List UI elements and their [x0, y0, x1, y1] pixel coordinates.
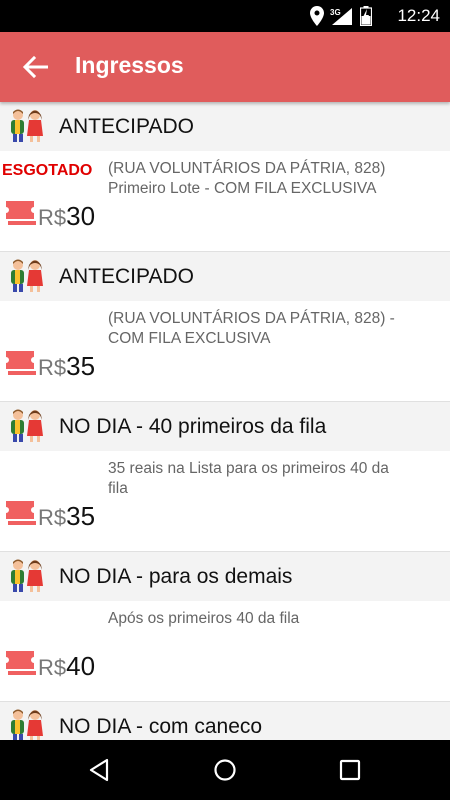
kids-icon — [11, 409, 43, 442]
price-value: 35 — [66, 351, 96, 381]
ticket-description: (RUA VOLUNTÁRIOS DA PÁTRIA, 828) - COM F… — [108, 310, 395, 347]
kids-icon — [11, 109, 43, 142]
ticket-section: NO DIA - para os demais R$40 Após os pri… — [0, 552, 450, 702]
ticket-description: 35 reais na Lista para os primeiros 40 d… — [108, 460, 389, 497]
location-icon — [310, 6, 324, 26]
ticket-icon — [6, 501, 36, 525]
section-header: NO DIA - para os demais — [0, 552, 450, 601]
price-value: 35 — [66, 501, 96, 531]
soldout-label: ESGOTADO — [2, 162, 93, 179]
ticket-section: ANTECIPADO ESGOTADO R$30 (RUA VOLUNTÁRIO… — [0, 102, 450, 252]
price: R$40 — [38, 651, 95, 681]
ticket-item[interactable]: R$35 35 reais na Lista para os primeiros… — [0, 451, 450, 552]
ticket-item[interactable]: R$35 (RUA VOLUNTÁRIOS DA PÁTRIA, 828) - … — [0, 301, 450, 402]
page-title: Ingressos — [75, 52, 184, 78]
back-triangle-icon[interactable] — [87, 758, 111, 782]
clock: 12:24 — [397, 6, 440, 25]
ticket-item[interactable]: ESGOTADO R$30 (RUA VOLUNTÁRIOS DA PÁTRIA… — [0, 151, 450, 252]
price-value: 40 — [66, 651, 96, 681]
ticket-section: NO DIA - 40 primeiros da fila R$35 35 re… — [0, 402, 450, 552]
kids-icon — [11, 709, 43, 740]
currency: R$ — [38, 355, 67, 380]
home-circle-icon[interactable] — [213, 758, 237, 782]
section-header: ANTECIPADO — [0, 252, 450, 301]
status-icons: 3G — [310, 6, 372, 26]
price: R$35 — [38, 351, 95, 381]
ticket-description: (RUA VOLUNTÁRIOS DA PÁTRIA, 828) Primeir… — [108, 160, 386, 197]
kids-icon — [11, 559, 43, 592]
section-title: ANTECIPADO — [59, 265, 194, 288]
currency: R$ — [38, 205, 67, 230]
price: R$35 — [38, 501, 95, 531]
section-title: ANTECIPADO — [59, 115, 194, 138]
section-header: NO DIA - 40 primeiros da fila — [0, 402, 450, 451]
ticket-item[interactable]: R$40 Após os primeiros 40 da fila — [0, 601, 450, 702]
currency: R$ — [38, 655, 67, 680]
ticket-description: Após os primeiros 40 da fila — [108, 610, 300, 627]
section-title: NO DIA - para os demais — [59, 565, 293, 588]
section-title: NO DIA - 40 primeiros da fila — [59, 415, 327, 438]
price: R$30 — [38, 201, 95, 231]
section-header: ANTECIPADO — [0, 102, 450, 151]
signal-icon: 3G — [330, 8, 352, 25]
ticket-icon — [6, 201, 36, 225]
section-header: NO DIA - com caneco — [0, 702, 450, 740]
recents-square-icon[interactable] — [338, 758, 362, 782]
ticket-section: ANTECIPADO R$35 (RUA VOLUNTÁRIOS DA PÁTR… — [0, 252, 450, 402]
battery-icon — [360, 6, 372, 26]
ticket-list[interactable]: ANTECIPADO ESGOTADO R$30 (RUA VOLUNTÁRIO… — [0, 102, 450, 740]
ticket-icon — [6, 651, 36, 675]
kids-icon — [11, 259, 43, 292]
navigation-bar — [0, 740, 450, 800]
back-arrow-icon[interactable] — [22, 55, 48, 79]
section-title: NO DIA - com caneco — [59, 715, 263, 738]
currency: R$ — [38, 505, 67, 530]
status-bar: 3G 12:24 — [0, 0, 450, 32]
app-bar: Ingressos — [0, 32, 450, 102]
ticket-icon — [6, 351, 36, 375]
price-value: 30 — [66, 201, 96, 231]
network-label: 3G — [330, 8, 341, 17]
ticket-section: NO DIA - com caneco — [0, 702, 450, 740]
